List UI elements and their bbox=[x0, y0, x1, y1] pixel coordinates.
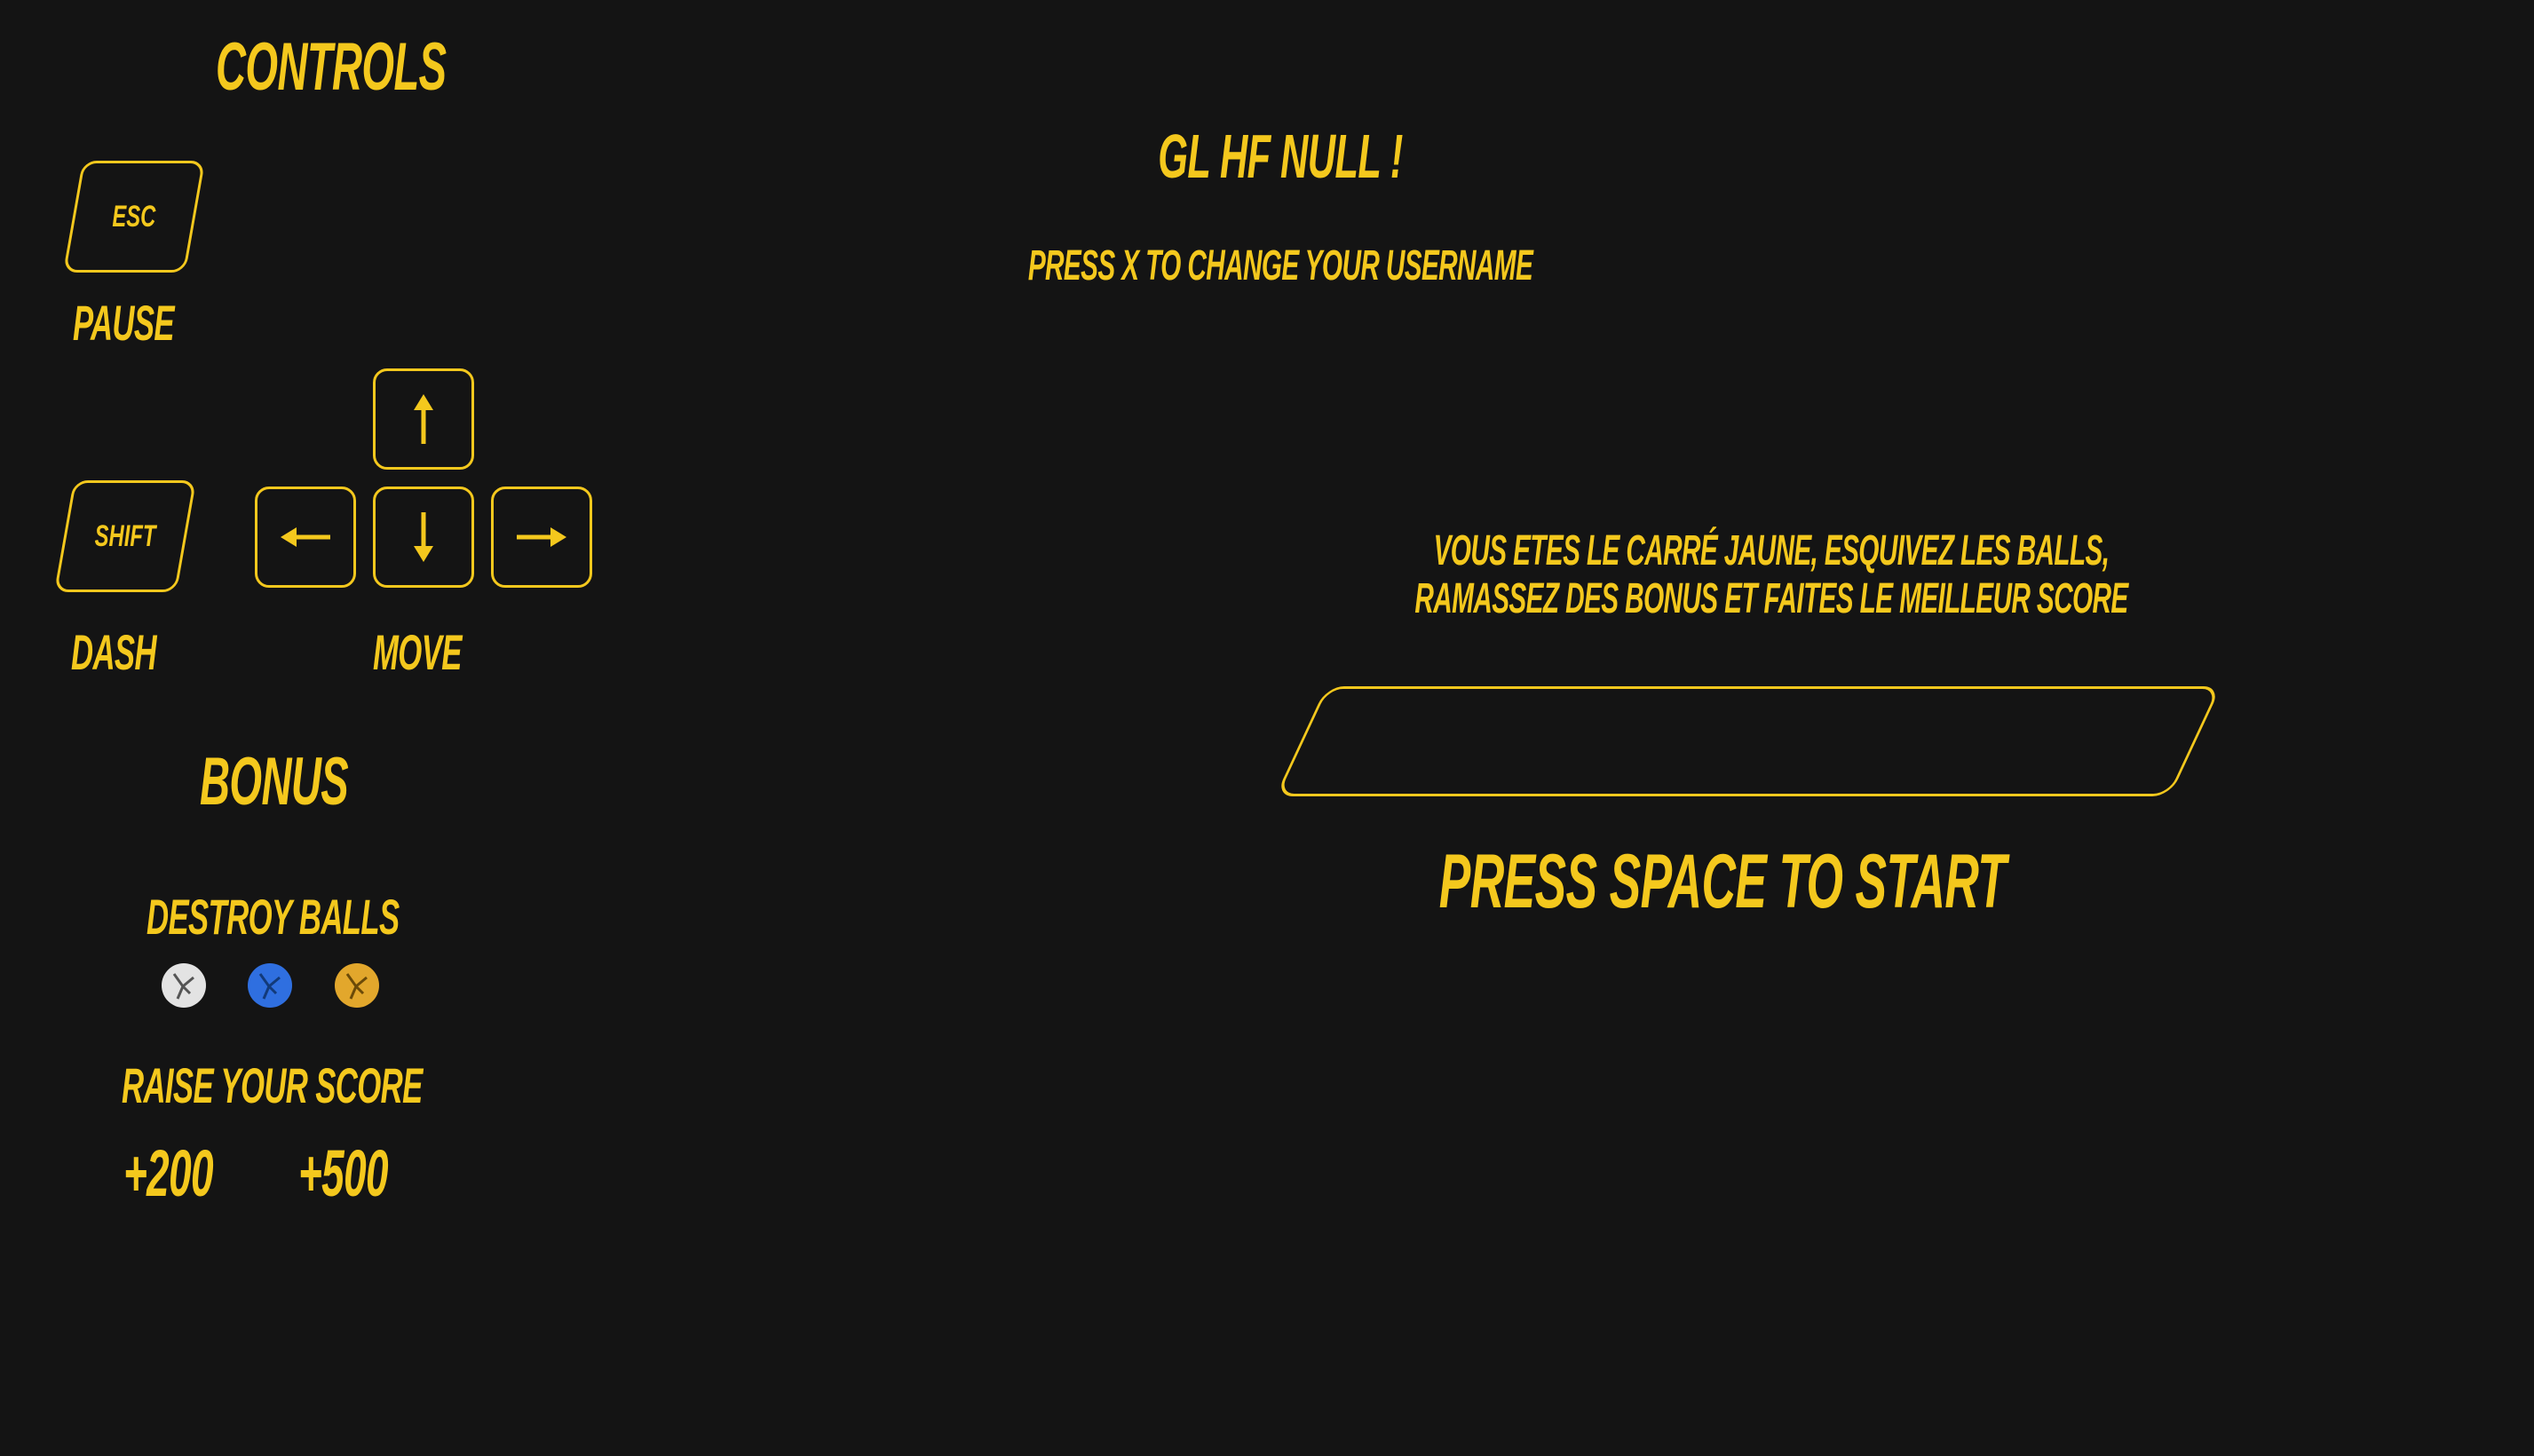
arrow-left-key[interactable] bbox=[255, 487, 356, 588]
arrow-right-icon bbox=[515, 519, 568, 555]
move-label: Move bbox=[373, 624, 462, 680]
shift-key-label: SHIFT bbox=[94, 518, 156, 553]
instructions-line-1: Vous etes le carré jaune, esquivez les b… bbox=[1433, 527, 2110, 574]
shift-key[interactable]: SHIFT bbox=[53, 480, 197, 592]
arrow-left-icon bbox=[279, 519, 332, 555]
white-ball-icon bbox=[162, 963, 206, 1008]
blue-ball-icon bbox=[248, 963, 292, 1008]
instructions-line-2: ramassez des bonus et faites le meilleur… bbox=[1414, 575, 2128, 622]
destroy-balls-label: Destroy Balls bbox=[146, 889, 400, 945]
arrow-down-key[interactable] bbox=[373, 487, 474, 588]
username-input[interactable] bbox=[1275, 686, 2221, 796]
pause-label: Pause bbox=[73, 295, 175, 351]
esc-key-label: ESC bbox=[112, 199, 156, 233]
arrow-down-icon bbox=[406, 510, 441, 564]
score-bonus-200: +200 bbox=[123, 1136, 213, 1210]
arrow-up-icon bbox=[406, 392, 441, 446]
controls-title: Controls bbox=[216, 29, 447, 105]
score-bonus-500: +500 bbox=[298, 1136, 388, 1210]
raise-score-label: Raise your score bbox=[122, 1057, 423, 1113]
greeting-title: GL HF null ! bbox=[1158, 122, 1403, 191]
bonus-title: Bonus bbox=[200, 744, 349, 819]
dash-label: Dash bbox=[71, 624, 157, 680]
arrow-right-key[interactable] bbox=[491, 487, 592, 588]
orange-ball-icon bbox=[335, 963, 379, 1008]
esc-key[interactable]: ESC bbox=[62, 161, 206, 273]
start-prompt: Press space to start bbox=[1438, 839, 2007, 924]
change-username-hint: Press X to change your username bbox=[1027, 242, 1533, 289]
arrow-up-key[interactable] bbox=[373, 368, 474, 470]
